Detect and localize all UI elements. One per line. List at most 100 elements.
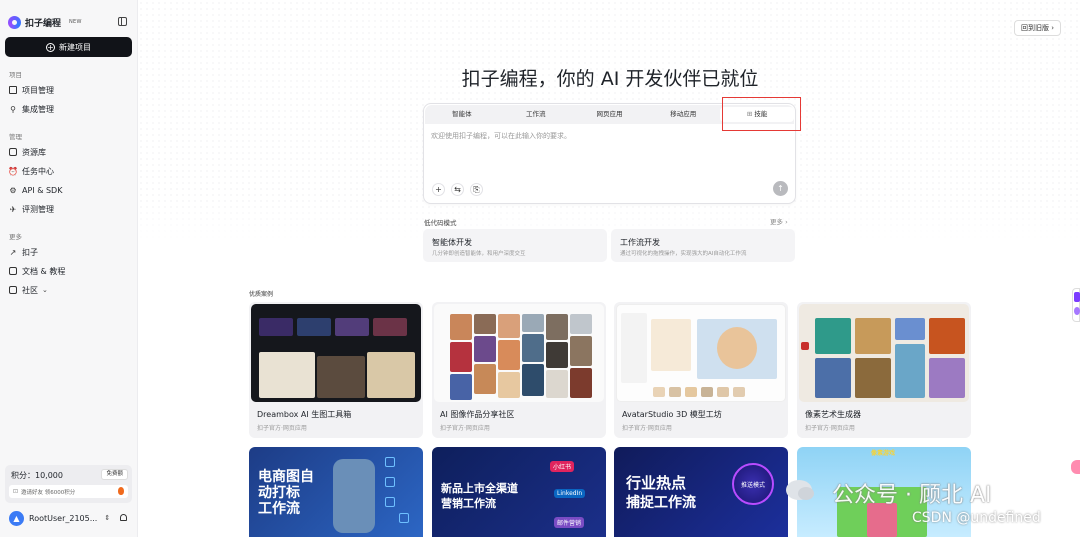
cases-title: 优质案例	[249, 291, 274, 298]
card-line: 动打标	[258, 485, 300, 501]
sidebar-item-label: 集成管理	[22, 104, 54, 114]
page-title: 扣子编程，你的 AI 开发伙伴已就位	[461, 68, 759, 90]
integration-icon: ⚲	[10, 104, 16, 114]
sidebar-item-label: 资源库	[22, 147, 46, 157]
sidebar-item-label: 文档 & 教程	[22, 266, 66, 276]
badge: 推送模式	[741, 482, 766, 489]
tab-workflow[interactable]: 工作流	[499, 105, 573, 124]
sidebar-item-label: 项目管理	[22, 85, 54, 95]
switch-icon[interactable]: ⇆	[451, 183, 464, 196]
tab-agent[interactable]: 智能体	[425, 105, 499, 124]
chevron-updown-icon: ⇕	[104, 514, 111, 522]
workflow-dev-card[interactable]: 工作流开发 通过可视化的拖拽操作，实现强大的AI自动化工作流	[611, 229, 795, 262]
coze-logo-icon	[8, 15, 21, 29]
book-icon	[9, 267, 17, 275]
card-desc: 几分钟即创造智能体，和用户深度交互	[432, 251, 526, 257]
floating-assistant-icon[interactable]	[1072, 288, 1080, 322]
sidebar-item-label: API & SDK	[22, 185, 63, 195]
case-name: AvatarStudio 3D 模型工坊	[622, 410, 722, 419]
points-label: 积分：10,000	[11, 471, 63, 480]
free-credits-button[interactable]: 免费额	[101, 469, 128, 480]
tab-mobile-app[interactable]: 移动应用	[646, 105, 720, 124]
badge: 邮件营销	[554, 517, 585, 528]
sidebar-item-task-center[interactable]: ⏰ 任务中心	[8, 164, 54, 178]
rocket-icon: ✈	[9, 204, 17, 214]
attach-icon[interactable]: ⎘	[470, 183, 483, 196]
back-to-old-version-button[interactable]: 回到旧版 ›	[1014, 20, 1062, 36]
watermark-text: CSDN @undefined	[912, 510, 1041, 526]
sidebar-item-api-sdk[interactable]: ⚙ API & SDK	[9, 183, 62, 197]
sidebar-item-label: 扣子	[22, 247, 38, 257]
case-name: 像素艺术生成器	[805, 410, 861, 419]
library-icon	[9, 148, 17, 156]
card-line: 营销工作流	[441, 497, 496, 510]
card-line: 新品上市全渠道	[441, 482, 518, 495]
bell-icon[interactable]	[120, 514, 127, 521]
add-icon[interactable]: +	[432, 183, 445, 196]
tab-web-app[interactable]: 网页应用	[573, 105, 647, 124]
chevron-down-icon: ⌄	[42, 286, 48, 294]
case-thumbnail	[799, 304, 969, 402]
alarm-icon: ⏰	[8, 166, 18, 176]
points-panel: 积分：10,000 免费额 ⊡ 邀请好友 领6000积分	[5, 465, 132, 503]
more-link[interactable]: 更多 ›	[770, 216, 788, 226]
case-thumbnail	[616, 304, 786, 402]
case-card-pixel-art[interactable]: 像素艺术生成器 扣子官方·网页应用	[797, 302, 971, 438]
invite-text: 邀请好友 领6000积分	[21, 489, 76, 496]
invite-friends-row[interactable]: ⊡ 邀请好友 领6000积分	[9, 485, 128, 498]
case-card-image-community[interactable]: AI 图像作品分享社区 扣子官方·网页应用	[432, 302, 606, 438]
new-project-button[interactable]: + 新建项目	[5, 37, 132, 57]
wechat-icon	[786, 480, 814, 500]
api-icon: ⚙	[9, 185, 17, 195]
logo[interactable]: 扣子编程 NEW	[8, 14, 130, 30]
floating-feedback-icon[interactable]	[1071, 460, 1080, 474]
section-title-manage: 管理	[9, 133, 22, 141]
sidebar-collapse-icon[interactable]	[118, 17, 127, 26]
sidebar-item-label: 评测管理	[22, 204, 54, 214]
box-icon	[9, 286, 17, 294]
sidebar-item-project-management[interactable]: 项目管理	[9, 83, 54, 97]
avatar: ▲	[9, 510, 24, 526]
sidebar-item-community[interactable]: 社区 ⌄	[9, 283, 48, 297]
highlight-box	[722, 97, 801, 131]
folder-icon	[9, 86, 17, 94]
badge: LinkedIn	[554, 489, 586, 498]
case-sub: 扣子官方·网页应用	[622, 425, 672, 432]
section-title-more: 更多	[9, 233, 22, 241]
case-card-dreambox[interactable]: Dreambox AI 生图工具箱 扣子官方·网页应用	[249, 302, 423, 438]
plus-circle-icon: +	[46, 42, 55, 52]
send-button[interactable]: ↑	[773, 181, 788, 196]
sidebar-item-label: 任务中心	[22, 166, 54, 176]
new-project-label: 新建项目	[59, 42, 91, 52]
card-line: 捕捉工作流	[626, 495, 696, 511]
sidebar-item-docs[interactable]: 文档 & 教程	[9, 264, 65, 278]
agent-dev-card[interactable]: 智能体开发 几分钟即创造智能体，和用户深度交互	[423, 229, 607, 262]
card-title: 智能体开发	[432, 238, 472, 247]
fire-icon	[118, 487, 124, 495]
card-line: 工作流	[258, 501, 300, 517]
watermark-text: 公众号 · 顾北 AI	[832, 483, 992, 508]
case-name: Dreambox AI 生图工具箱	[257, 410, 352, 419]
gift-icon: ⊡	[13, 488, 19, 495]
case-sub: 扣子官方·网页应用	[257, 425, 307, 432]
card-line: 电商图自	[258, 469, 314, 485]
new-badge: NEW	[69, 19, 82, 25]
case-card-ecommerce-tagging[interactable]: 电商图自 动打标 工作流	[249, 447, 423, 537]
card-desc: 通过可视化的拖拽操作，实现强大的AI自动化工作流	[620, 251, 747, 257]
prompt-input[interactable]: 欢迎使用扣子编程，可以在此输入你的要求。	[431, 131, 571, 141]
case-card-avatarstudio[interactable]: AvatarStudio 3D 模型工坊 扣子官方·网页应用	[614, 302, 788, 438]
case-thumbnail	[251, 304, 421, 402]
case-card-marketing-workflow[interactable]: 新品上市全渠道 营销工作流 小红书 LinkedIn 邮件营销	[432, 447, 606, 537]
case-sub: 扣子官方·网页应用	[440, 425, 490, 432]
sidebar-item-library[interactable]: 资源库	[9, 145, 46, 159]
case-thumbnail	[434, 304, 604, 402]
sidebar-item-evaluation[interactable]: ✈ 评测管理	[9, 202, 54, 216]
user-menu[interactable]: ▲ RootUser_2105... ⇕	[9, 510, 131, 526]
section-title-project: 项目	[9, 71, 22, 79]
card-line: 行业热点	[626, 474, 687, 492]
lowcode-title: 低代码模式	[424, 219, 457, 227]
case-card-hotspot-workflow[interactable]: 行业热点 捕捉工作流 推送模式	[614, 447, 788, 537]
arrow-icon: ↗	[9, 247, 17, 257]
sidebar-item-coze[interactable]: ↗ 扣子	[9, 245, 38, 259]
sidebar-item-integration[interactable]: ⚲ 集成管理	[9, 102, 54, 116]
